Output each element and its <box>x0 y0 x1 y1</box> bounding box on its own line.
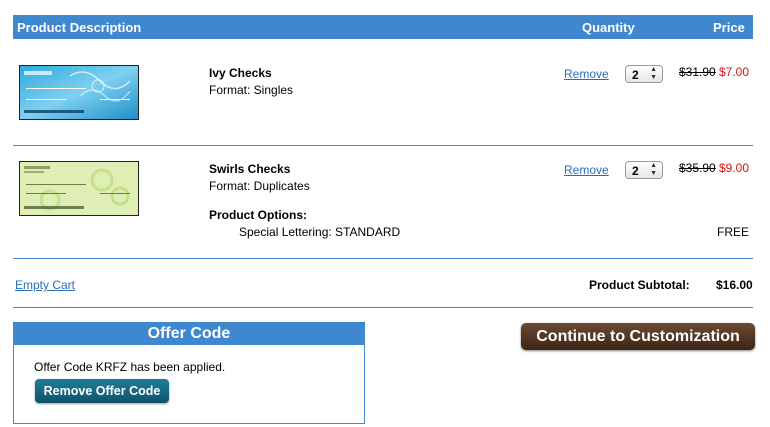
header-product-description: Product Description <box>17 20 142 35</box>
offer-code-title: Offer Code <box>14 323 364 345</box>
row-divider <box>13 258 753 259</box>
option-price: FREE <box>717 225 750 239</box>
section-divider <box>13 307 753 308</box>
subtotal-value: $16.00 <box>716 278 753 292</box>
select-arrows-icon: ▲ ▼ <box>650 162 657 177</box>
sale-price: $9.00 <box>719 161 750 175</box>
remove-item-button[interactable]: Remove <box>564 67 609 81</box>
continue-to-customization-button[interactable]: Continue to Customization <box>521 323 755 350</box>
row-divider <box>13 145 753 146</box>
swirls-checks-thumbnail[interactable] <box>19 161 139 216</box>
offer-code-message: Offer Code KRFZ has been applied. <box>34 360 226 374</box>
subtotal-label: Product Subtotal: <box>589 278 690 292</box>
remove-item-button[interactable]: Remove <box>564 163 609 177</box>
quantity-value: 2 <box>632 164 639 178</box>
empty-cart-link[interactable]: Empty Cart <box>15 278 75 292</box>
quantity-select[interactable]: 2 ▲ ▼ <box>625 65 663 83</box>
original-price: $31.90 <box>679 65 716 79</box>
ivy-checks-thumbnail[interactable] <box>19 65 139 120</box>
item-format: Format: Duplicates <box>209 179 310 193</box>
offer-code-panel: Offer Code Offer Code KRFZ has been appl… <box>13 322 365 424</box>
header-quantity: Quantity <box>582 20 635 35</box>
remove-offer-code-button[interactable]: Remove Offer Code <box>35 379 169 403</box>
sale-price: $7.00 <box>719 65 750 79</box>
cart-table-header: Product Description Quantity Price <box>13 15 753 39</box>
original-price: $35.90 <box>679 161 716 175</box>
item-name: Swirls Checks <box>209 162 291 176</box>
special-lettering-option: Special Lettering: STANDARD <box>239 225 401 239</box>
select-arrows-icon: ▲ ▼ <box>650 66 657 81</box>
item-name: Ivy Checks <box>209 66 272 80</box>
quantity-select[interactable]: 2 ▲ ▼ <box>625 161 663 179</box>
product-options-label: Product Options: <box>209 208 307 222</box>
quantity-value: 2 <box>632 68 639 82</box>
header-price: Price <box>713 20 745 35</box>
item-format: Format: Singles <box>209 83 294 97</box>
